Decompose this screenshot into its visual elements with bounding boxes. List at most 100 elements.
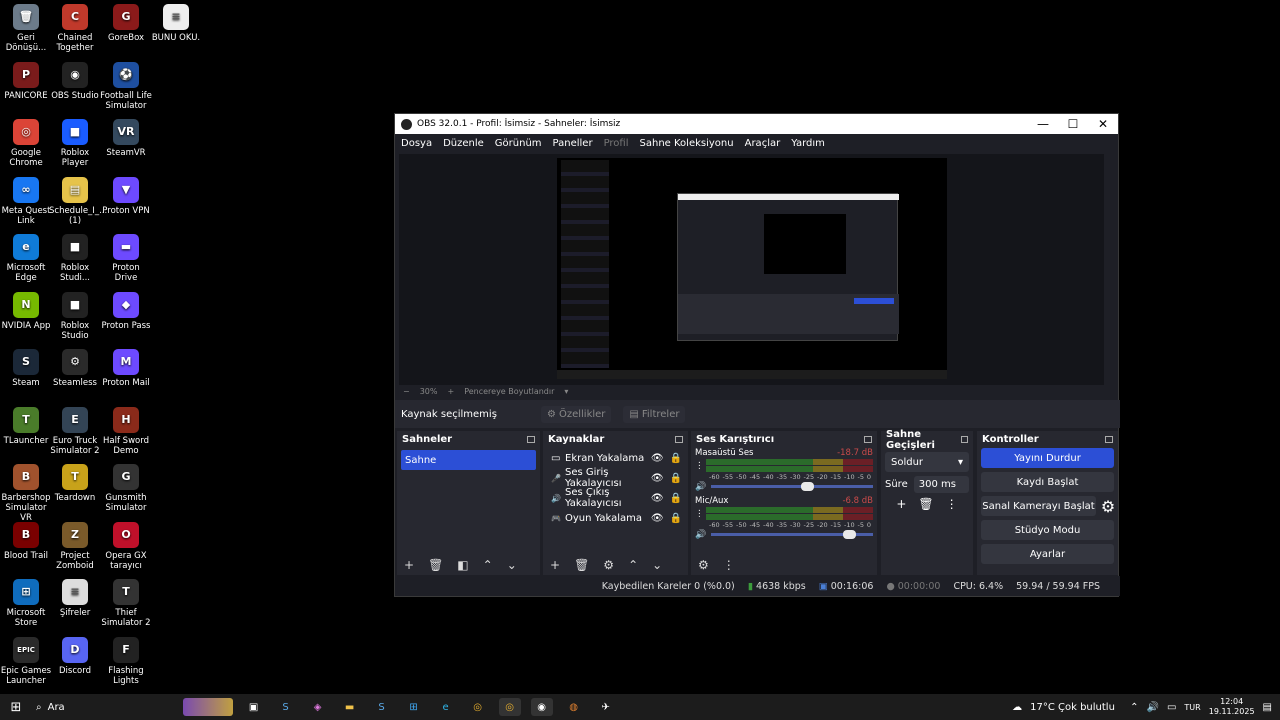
add-scene-icon[interactable]: +	[404, 558, 414, 572]
steam-taskbar-icon[interactable]: S	[275, 698, 297, 716]
desktop-icon[interactable]: ▬ Proton Drive	[100, 230, 152, 283]
eye-icon[interactable]: 👁	[651, 473, 664, 484]
desktop-icon[interactable]: F Flashing Lights	[100, 633, 152, 686]
preview-canvas[interactable]	[557, 158, 947, 379]
close-button[interactable]: ✕	[1088, 117, 1118, 131]
source-item[interactable]: 🎮 Oyun Yakalama 👁 🔒	[543, 508, 688, 528]
notification-icon[interactable]: ▤	[1263, 702, 1272, 713]
move-up-icon[interactable]: ⌃	[483, 558, 493, 572]
menu-tools[interactable]: Araçlar	[745, 138, 781, 149]
task-view-icon[interactable]: ▣	[243, 698, 265, 716]
desktop-icon[interactable]: G Gunsmith Simulator	[100, 460, 152, 513]
move-down-icon[interactable]: ⌄	[507, 558, 517, 572]
filter-icon[interactable]: ◧	[457, 558, 468, 572]
desktop-icon[interactable]: M Proton Mail	[100, 345, 152, 388]
kebab-menu-icon[interactable]: ⋮	[946, 497, 958, 511]
undock-icon[interactable]	[960, 436, 968, 443]
desktop-icon[interactable]: T Teardown	[49, 460, 101, 503]
volume-slider-knob[interactable]	[842, 530, 856, 539]
undock-icon[interactable]	[527, 436, 535, 443]
preview-area[interactable]	[399, 154, 1104, 385]
volume-icon[interactable]: 🔊	[1147, 702, 1159, 713]
settings-button[interactable]: Ayarlar	[981, 544, 1114, 564]
desktop-icon[interactable]: ∞ Meta Quest Link	[0, 173, 52, 226]
chrome-icon[interactable]: ◎	[498, 698, 521, 716]
kebab-menu-icon[interactable]: ⋮	[723, 558, 735, 572]
desktop-icon[interactable]: S Steam	[0, 345, 52, 388]
desktop-icon[interactable]: N NVIDIA App	[0, 288, 52, 331]
undock-icon[interactable]	[864, 436, 872, 443]
windows-start-icon[interactable]: ⊞	[5, 698, 27, 716]
scene-item[interactable]: Sahne	[401, 450, 536, 470]
add-source-icon[interactable]: +	[550, 558, 560, 572]
zoom-out-button[interactable]: −	[403, 387, 410, 396]
desktop-icon[interactable]: H Half Sword Demo	[100, 403, 152, 456]
remove-source-icon[interactable]: 🗑	[574, 558, 589, 572]
lock-icon[interactable]: 🔒	[670, 453, 682, 464]
desktop-icon[interactable]: D Discord	[49, 633, 101, 676]
app-icon[interactable]: ✈	[595, 698, 617, 716]
search-box[interactable]: Ara	[48, 702, 178, 713]
chevron-up-icon[interactable]: ⌃	[1130, 702, 1138, 713]
duration-input[interactable]: 300 ms	[913, 476, 969, 493]
desktop-icon[interactable]: ■ Roblox Studio	[49, 288, 101, 341]
steam-taskbar-icon[interactable]: S	[371, 698, 393, 716]
remove-transition-icon[interactable]: 🗑	[918, 497, 933, 511]
zoom-in-button[interactable]: +	[447, 387, 454, 396]
desktop-icon[interactable]: Z Project Zomboid	[49, 518, 101, 571]
volume-slider[interactable]	[711, 482, 873, 491]
gear-icon[interactable]: ⚙	[603, 558, 614, 572]
desktop-icon[interactable]: ■ Roblox Studi...	[49, 230, 101, 283]
advanced-audio-icon[interactable]: ⚙	[698, 558, 709, 572]
menu-file[interactable]: Dosya	[401, 138, 432, 149]
desktop-icon[interactable]: C Chained Together	[49, 0, 101, 53]
volume-slider-knob[interactable]	[800, 482, 814, 491]
game-icon[interactable]: ◍	[563, 698, 585, 716]
menu-view[interactable]: Görünüm	[495, 138, 542, 149]
clock[interactable]: 12:04 19.11.2025	[1209, 697, 1255, 717]
obs-taskbar-icon[interactable]: ◉	[530, 698, 553, 716]
desktop-icon[interactable]: G GoreBox	[100, 0, 152, 43]
transition-select[interactable]: Soldur ▾	[885, 452, 969, 472]
desktop-icon[interactable]: ⊞ Microsoft Store	[0, 575, 52, 628]
desktop-icon[interactable]: ◆ Proton Pass	[100, 288, 152, 331]
desktop-icon[interactable]: ▤ Schedule_I_... (1)	[49, 173, 107, 226]
filters-button[interactable]: ▤ Filtreler	[623, 405, 686, 423]
menu-docks[interactable]: Paneller	[553, 138, 593, 149]
kebab-menu-icon[interactable]: ⋮	[695, 509, 704, 519]
desktop-icon[interactable]: O Opera GX tarayıcı	[100, 518, 152, 571]
desktop-icon[interactable]: ◎ Google Chrome	[0, 115, 52, 168]
lock-icon[interactable]: 🔒	[670, 473, 682, 484]
store-icon[interactable]: ⊞	[403, 698, 425, 716]
desktop-icon[interactable]: e Microsoft Edge	[0, 230, 52, 283]
fit-to-window[interactable]: Pencereye Boyutlandır	[464, 387, 554, 396]
desktop-icon[interactable]: ≡ BUNU OKU.	[150, 0, 202, 43]
start-virtual-camera-button[interactable]: Sanal Kamerayı Başlat	[981, 496, 1096, 516]
lock-icon[interactable]: 🔒	[670, 513, 682, 524]
chevron-down-icon[interactable]: ▾	[564, 387, 568, 396]
file-explorer-icon[interactable]: ▬	[339, 698, 361, 716]
title-bar[interactable]: OBS 32.0.1 - Profil: İsimsiz - Sahneler:…	[395, 114, 1118, 134]
eye-icon[interactable]: 👁	[651, 513, 664, 524]
desktop-icon[interactable]: ▼ Proton VPN	[100, 173, 152, 216]
desktop-icon[interactable]: ⚽ Football Life Simulator	[100, 58, 152, 111]
kebab-menu-icon[interactable]: ⋮	[695, 461, 704, 471]
maximize-button[interactable]: ☐	[1058, 117, 1088, 131]
desktop-icon[interactable]: ⚙ Steamless	[49, 345, 101, 388]
menu-edit[interactable]: Düzenle	[443, 138, 484, 149]
gear-icon[interactable]: ⚙	[1098, 497, 1118, 516]
volume-slider[interactable]	[711, 530, 873, 539]
add-transition-icon[interactable]: +	[896, 497, 906, 511]
desktop-icon[interactable]: T Thief Simulator 2	[100, 575, 152, 628]
eye-icon[interactable]: 👁	[651, 493, 664, 504]
desktop-icon[interactable]: VR SteamVR	[100, 115, 152, 158]
edge-icon[interactable]: e	[435, 698, 457, 716]
desktop-icon[interactable]: E Euro Truck Simulator 2	[49, 403, 101, 456]
eye-icon[interactable]: 👁	[651, 453, 664, 464]
source-item[interactable]: 🎤 Ses Giriş Yakalayıcısı 👁 🔒	[543, 467, 688, 489]
minimize-button[interactable]: —	[1028, 117, 1058, 131]
desktop-icon[interactable]: EPIC Epic Games Launcher	[0, 633, 52, 686]
desktop-icon[interactable]: ■ Roblox Player	[49, 115, 101, 168]
menu-profile[interactable]: Profil	[604, 138, 629, 149]
speaker-icon[interactable]: 🔊	[695, 482, 706, 492]
